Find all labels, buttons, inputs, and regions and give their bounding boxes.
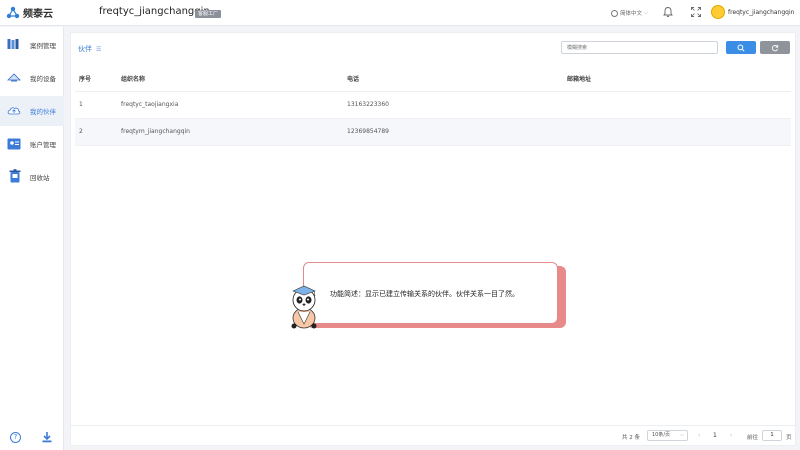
- help-icon[interactable]: ?: [10, 432, 21, 443]
- sidebar-item-label: 账户管理: [30, 141, 56, 149]
- sidebar-item-devices[interactable]: 我的设备: [0, 63, 64, 93]
- account-icon: [7, 138, 21, 150]
- case-icon: [7, 39, 19, 49]
- partner-icon: [7, 107, 21, 115]
- panda-mascot-icon: [291, 285, 317, 329]
- column-header-no[interactable]: 序号: [75, 67, 117, 92]
- main-panel: 伙伴 ☰ 序号 组织名称 电话 邮箱地址 1 freqtyc_taojiangx…: [70, 32, 797, 447]
- language-label: 简体中文: [620, 11, 643, 17]
- refresh-button[interactable]: [760, 41, 790, 54]
- cell-email: [563, 91, 791, 119]
- sidebar-item-label: 回收站: [30, 174, 50, 182]
- table-header-row: 序号 组织名称 电话 邮箱地址: [75, 67, 791, 92]
- logo-text: 频泰云: [23, 9, 53, 20]
- cell-phone: 13163223360: [343, 91, 563, 119]
- avatar[interactable]: [711, 5, 725, 19]
- sidebar-item-label: 我的伙伴: [30, 108, 56, 116]
- breadcrumb: 伙伴 ☰: [78, 44, 101, 54]
- cell-name: freqtyc_taojiangxia: [117, 91, 343, 119]
- menu-icon[interactable]: ☰: [96, 46, 101, 53]
- chevron-down-icon: ⌵: [680, 432, 684, 438]
- search-icon: [737, 44, 745, 52]
- cell-phone: 12369854789: [343, 118, 563, 146]
- column-header-name[interactable]: 组织名称: [117, 67, 343, 92]
- download-icon[interactable]: [41, 431, 53, 443]
- goto-page-input[interactable]: 1: [762, 430, 782, 441]
- prev-page-icon[interactable]: ‹: [698, 432, 700, 439]
- chevron-down-icon: ⌵: [644, 10, 648, 16]
- page-title: 伙伴: [78, 45, 92, 53]
- page-size-value: 10条/页: [652, 432, 671, 438]
- device-icon: [7, 73, 21, 82]
- app-user-title: freqtyc_jiangchangqin: [99, 6, 210, 17]
- table-row[interactable]: 2 freqtym_jiangchangqin 12369854789: [75, 118, 791, 146]
- column-header-phone[interactable]: 电话: [343, 67, 563, 92]
- top-bar: 频泰云 freqtyc_jiangchangqin 客服工厂 简体中文 ⌵ fr…: [0, 0, 800, 26]
- total-count: 共 2 条: [622, 435, 640, 441]
- cell-email: [563, 118, 791, 146]
- refresh-icon: [771, 44, 779, 51]
- cell-name: freqtym_jiangchangqin: [117, 118, 343, 146]
- cell-no: 2: [75, 118, 117, 146]
- page-unit-label: 页: [786, 435, 792, 441]
- bell-icon[interactable]: [662, 6, 674, 18]
- app-logo[interactable]: 频泰云: [6, 5, 53, 20]
- sidebar-item-label: 案例管理: [30, 42, 56, 50]
- page-number[interactable]: 1: [713, 432, 717, 439]
- feature-callout: 功能简述：显示已建立传输关系的伙伴。伙伴关系一目了然。: [303, 262, 558, 324]
- sidebar-item-cases[interactable]: 案例管理: [0, 30, 64, 60]
- cell-no: 1: [75, 91, 117, 119]
- logo-icon: [6, 6, 20, 18]
- column-header-email[interactable]: 邮箱地址: [563, 67, 791, 92]
- sidebar-item-account[interactable]: 账户管理: [0, 129, 64, 159]
- table-row[interactable]: 1 freqtyc_taojiangxia 13163223360: [75, 91, 791, 119]
- callout-text: 功能简述：显示已建立传输关系的伙伴。伙伴关系一目了然。: [330, 290, 519, 298]
- goto-label: 前往: [747, 435, 759, 441]
- search-button[interactable]: [726, 41, 756, 54]
- pagination: 共 2 条 10条/页 ⌵ ‹ 1 › 前往 1 页: [71, 425, 797, 447]
- language-selector[interactable]: 简体中文 ⌵: [611, 9, 648, 17]
- sidebar-item-partners[interactable]: 我的伙伴: [0, 96, 64, 126]
- trash-icon: [9, 169, 21, 183]
- sidebar: 案例管理 我的设备 我的伙伴 账户管理 回收站 ?: [0, 27, 64, 450]
- page-size-select[interactable]: 10条/页 ⌵: [647, 430, 688, 441]
- partner-table: 序号 组织名称 电话 邮箱地址 1 freqtyc_taojiangxia 13…: [75, 67, 791, 146]
- role-badge: 客服工厂: [195, 10, 222, 18]
- username-label[interactable]: freqtyc_jiangchangqin: [728, 9, 794, 16]
- fullscreen-icon[interactable]: [690, 6, 702, 18]
- search-input[interactable]: [561, 41, 718, 54]
- next-page-icon[interactable]: ›: [730, 432, 732, 439]
- sidebar-item-trash[interactable]: 回收站: [0, 162, 64, 192]
- sidebar-item-label: 我的设备: [30, 75, 56, 83]
- globe-icon: [611, 9, 618, 17]
